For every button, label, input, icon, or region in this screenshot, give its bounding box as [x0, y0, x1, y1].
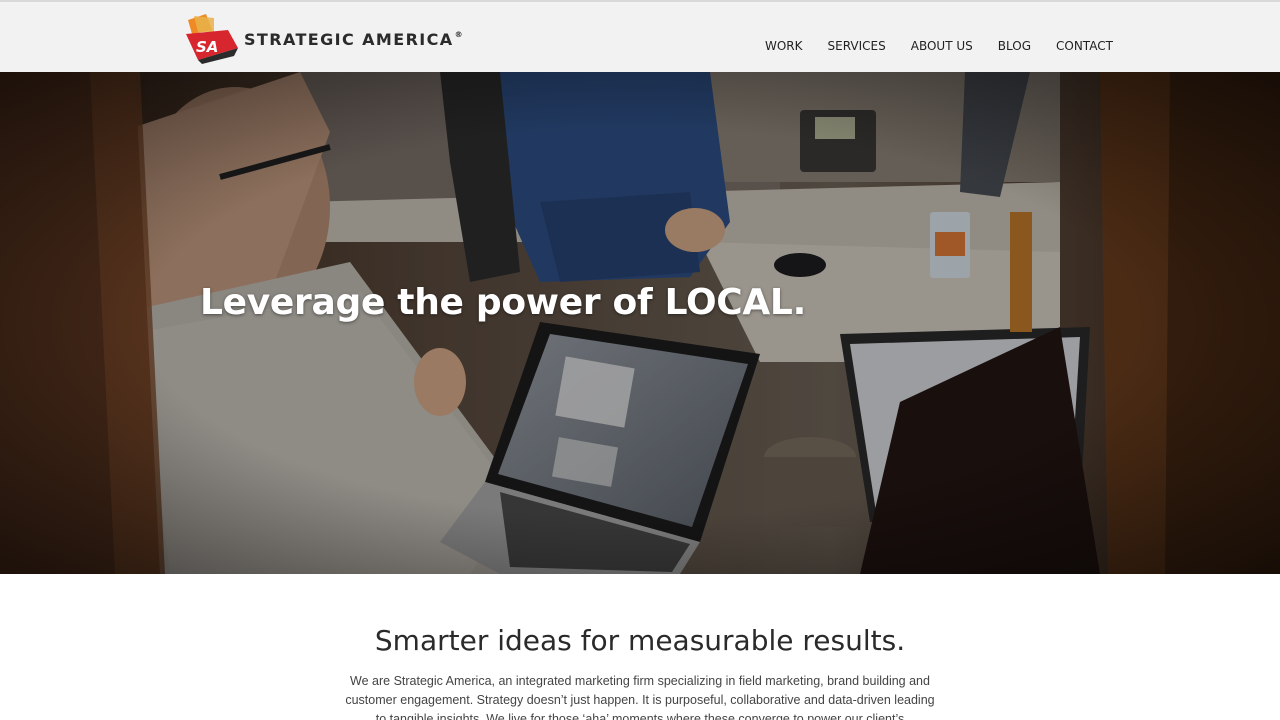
nav-item-work[interactable]: WORK: [765, 39, 803, 53]
hero-banner: Leverage the power of LOCAL.: [0, 72, 1280, 574]
site-header: SA STRATEGIC AMERICA® WORK SERVICES ABOU…: [0, 2, 1280, 72]
nav-item-contact[interactable]: CONTACT: [1056, 39, 1113, 53]
nav-item-blog[interactable]: BLOG: [998, 39, 1031, 53]
main-nav: WORK SERVICES ABOUT US BLOG CONTACT: [765, 39, 1138, 53]
intro-section: Smarter ideas for measurable results. We…: [0, 574, 1280, 720]
logo-icon: SA: [186, 14, 238, 64]
registered-mark: ®: [454, 29, 464, 39]
logo-link[interactable]: SA STRATEGIC AMERICA®: [184, 12, 464, 64]
nav-item-about-us[interactable]: ABOUT US: [911, 39, 973, 53]
intro-heading: Smarter ideas for measurable results.: [374, 624, 906, 657]
hero-headline-lead: Leverage the power of: [200, 282, 665, 323]
intro-body: We are Strategic America, an integrated …: [345, 674, 935, 720]
hero-headline-strong: LOCAL.: [664, 282, 807, 323]
hero-headline: Leverage the power of LOCAL.: [200, 282, 806, 323]
logo-wordmark: STRATEGIC AMERICA®: [244, 30, 464, 49]
nav-item-services[interactable]: SERVICES: [828, 39, 886, 53]
logo-mark-text: SA: [196, 38, 218, 56]
hero-office-photo: [0, 72, 1280, 574]
brand-name: STRATEGIC AMERICA: [244, 29, 454, 49]
